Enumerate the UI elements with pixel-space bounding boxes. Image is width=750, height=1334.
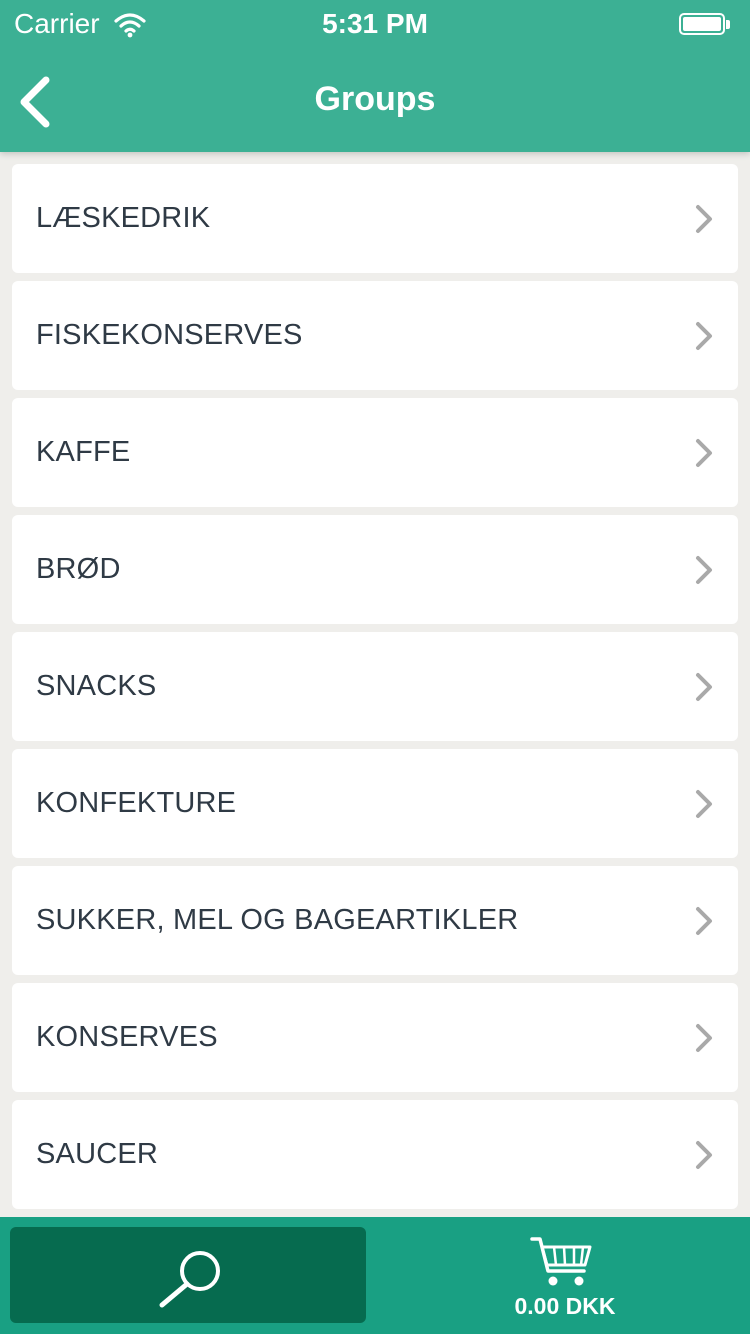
chevron-right-icon (696, 1141, 712, 1169)
tab-bar: 0.00 DKK (0, 1217, 750, 1334)
group-label: KAFFE (36, 436, 131, 468)
group-label: KONFEKTURE (36, 787, 237, 819)
group-label: BRØD (36, 553, 121, 585)
group-label: LÆSKEDRIK (36, 202, 211, 234)
group-row-konfekture[interactable]: KONFEKTURE (12, 749, 738, 858)
group-label: SAUCER (36, 1138, 159, 1170)
cart-icon (530, 1237, 592, 1286)
group-row-brod[interactable]: BRØD (12, 515, 738, 624)
group-label: FISKEKONSERVES (36, 319, 303, 351)
group-row-laeskedrik[interactable]: LÆSKEDRIK (12, 164, 738, 273)
chevron-right-icon (696, 673, 712, 701)
group-row-fiskekonserves[interactable]: FISKEKONSERVES (12, 281, 738, 390)
status-bar: Carrier 5:31 PM (0, 0, 750, 50)
group-row-kaffe[interactable]: KAFFE (12, 398, 738, 507)
group-row-saucer[interactable]: SAUCER (12, 1100, 738, 1209)
group-list: LÆSKEDRIK FISKEKONSERVES KAFFE BRØD SNAC… (12, 164, 738, 1217)
clock: 5:31 PM (322, 8, 428, 39)
chevron-right-icon (696, 556, 712, 584)
cart-total: 0.00 DKK (514, 1293, 616, 1319)
group-label: SUKKER, MEL OG BAGEARTIKLER (36, 904, 519, 936)
page-title: Groups (314, 80, 436, 118)
group-label: SNACKS (36, 670, 157, 702)
chevron-right-icon (696, 1024, 712, 1052)
search-icon (159, 1251, 220, 1308)
tab-search[interactable] (10, 1227, 366, 1323)
chevron-right-icon (696, 322, 712, 350)
chevron-right-icon (696, 790, 712, 818)
nav-header: Carrier 5:31 PM Groups (0, 0, 750, 152)
chevron-right-icon (696, 205, 712, 233)
group-row-konserves[interactable]: KONSERVES (12, 983, 738, 1092)
chevron-right-icon (696, 907, 712, 935)
tab-cart[interactable]: 0.00 DKK (380, 1217, 750, 1334)
group-row-sukker-mel-og-bageartikler[interactable]: SUKKER, MEL OG BAGEARTIKLER (12, 866, 738, 975)
chevron-right-icon (696, 439, 712, 467)
group-label: KONSERVES (36, 1021, 218, 1053)
battery-icon (679, 13, 731, 37)
group-row-snacks[interactable]: SNACKS (12, 632, 738, 741)
